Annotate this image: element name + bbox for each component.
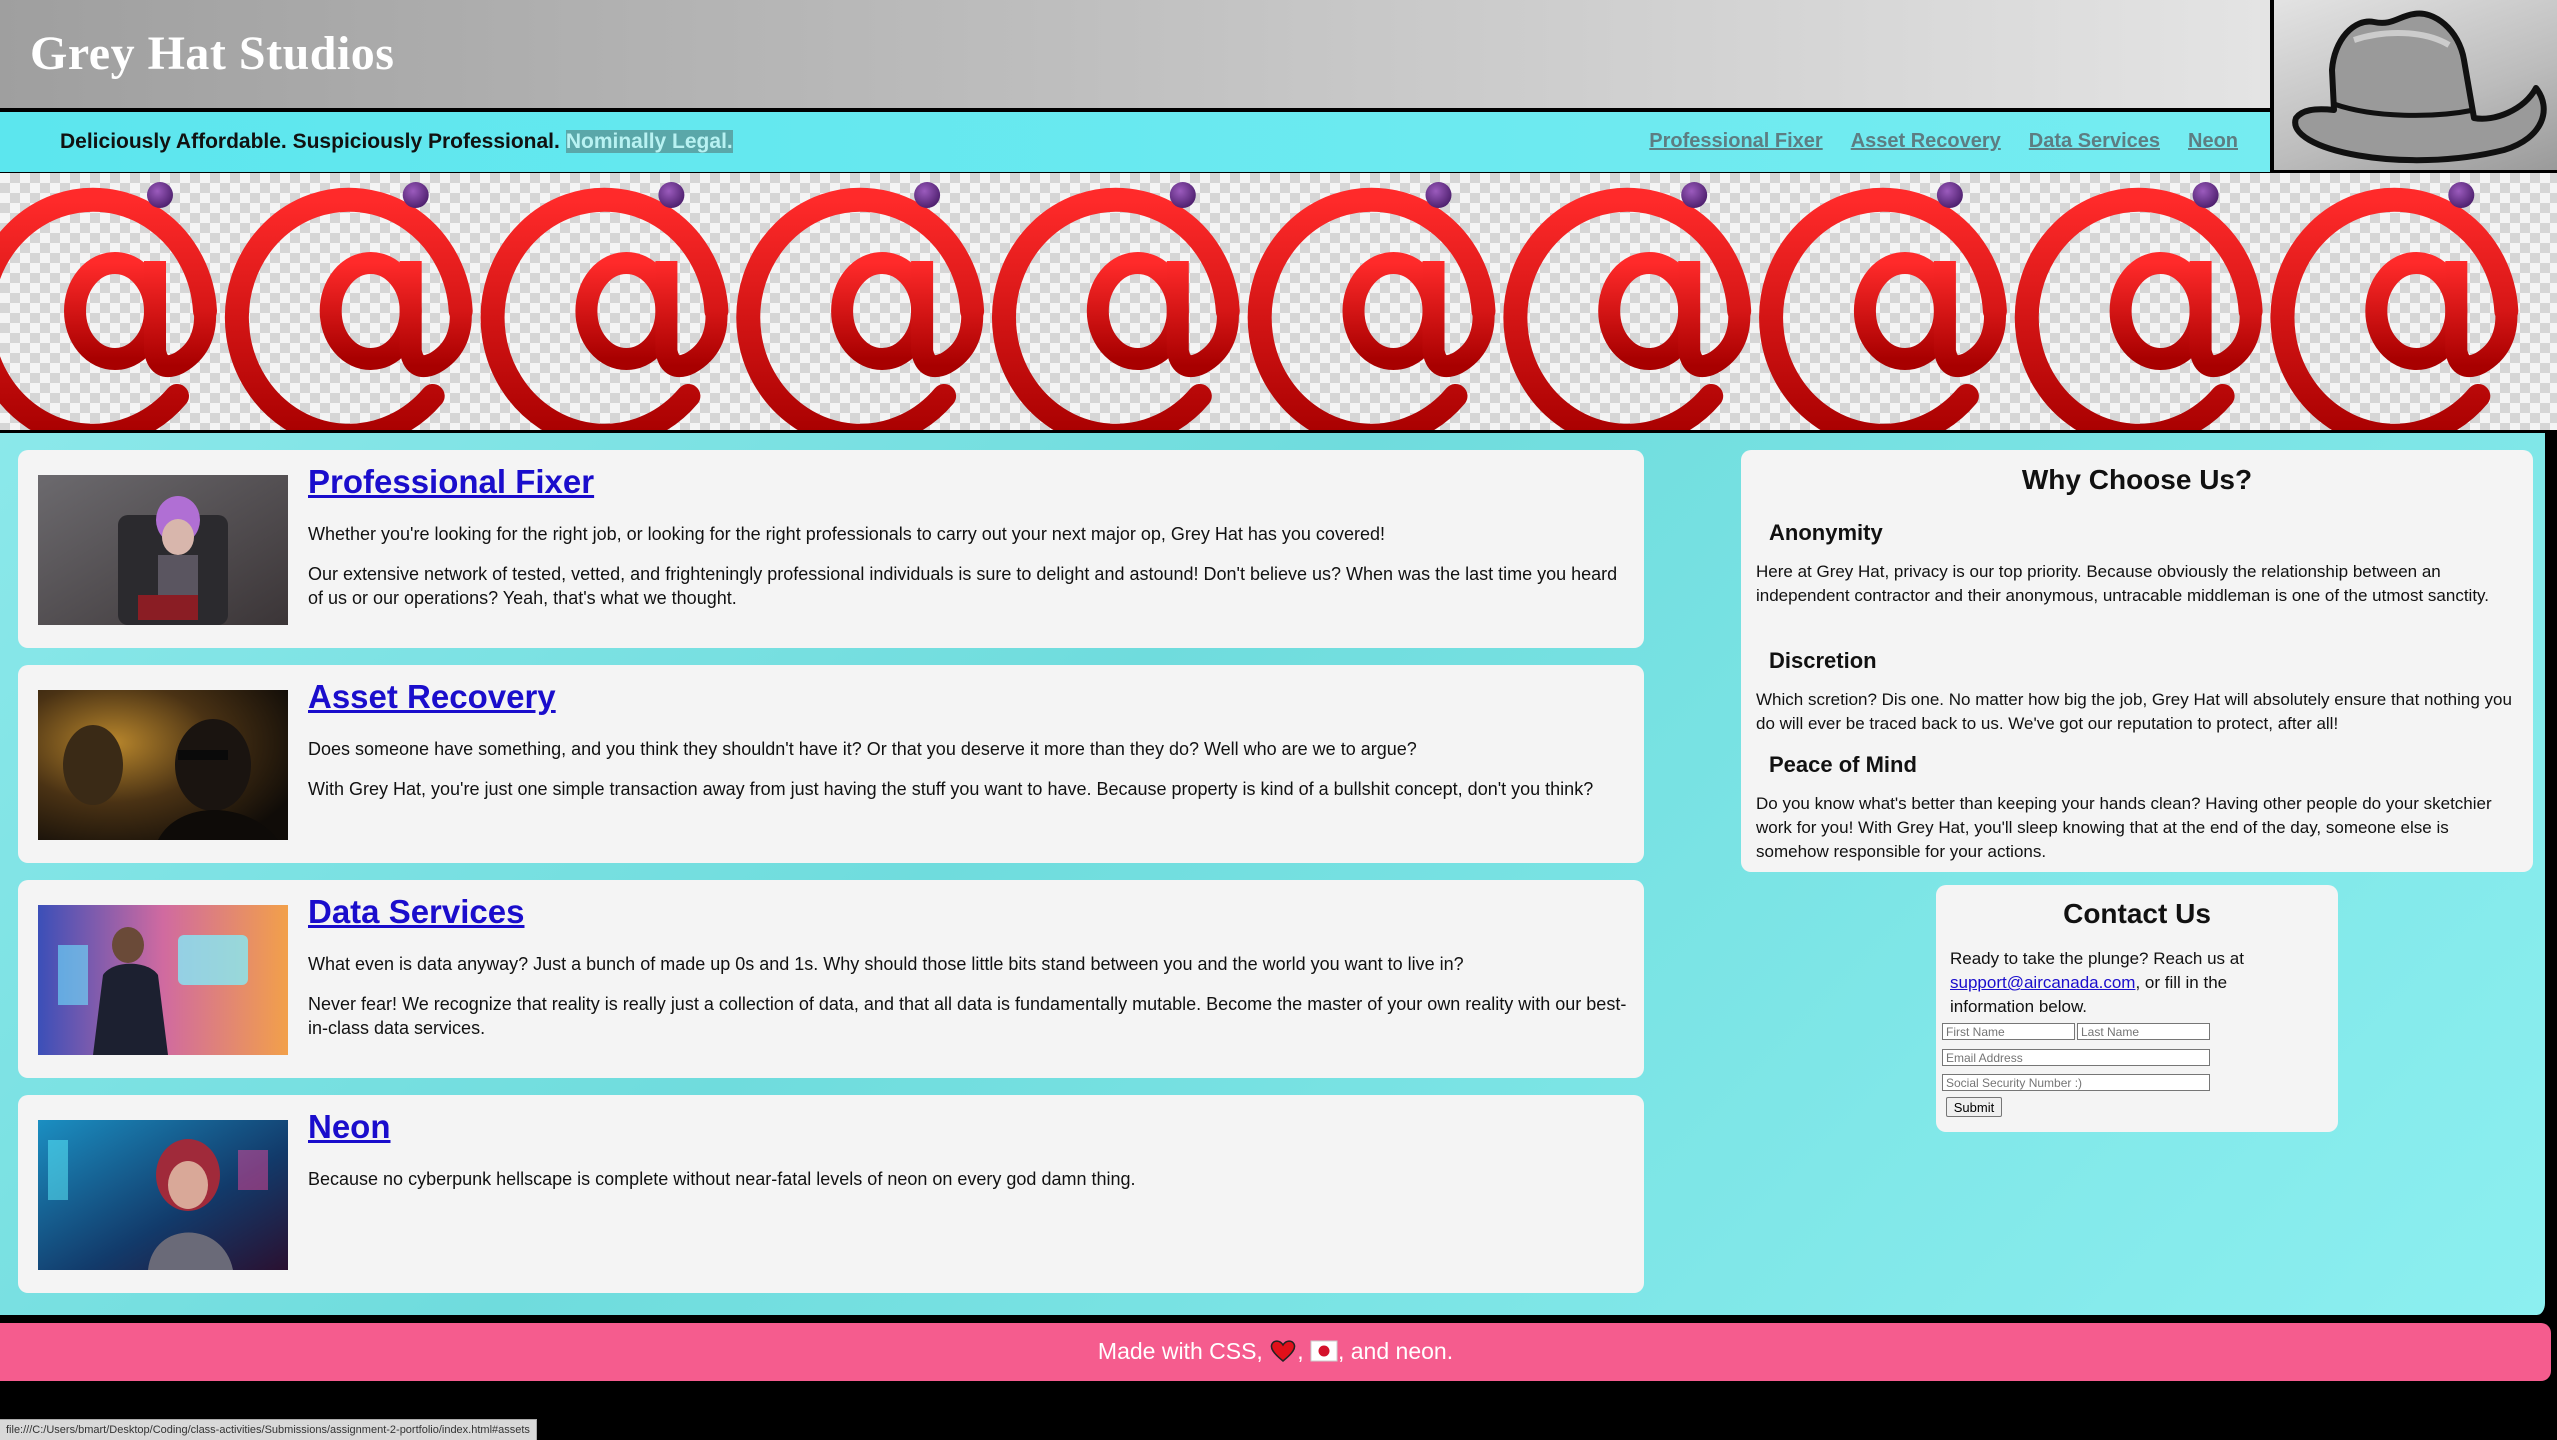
- red-at-sign-icon: [0, 182, 217, 430]
- nav-link-asset-recovery[interactable]: Asset Recovery: [1851, 130, 2001, 153]
- service-description: What even is data anyway? Just a bunch o…: [308, 952, 1628, 1056]
- contact-panel: Contact Us Ready to take the plunge? Rea…: [1936, 885, 2338, 1132]
- service-paragraph: Whether you're looking for the right job…: [308, 524, 1385, 544]
- main-content: Professional Fixer Whether you're lookin…: [0, 433, 2549, 1315]
- contact-email-link[interactable]: support@aircanada.com: [1950, 973, 2135, 992]
- logo-box: [2272, 0, 2557, 173]
- service-description: Whether you're looking for the right job…: [308, 522, 1628, 626]
- red-at-sign-icon: [480, 182, 729, 430]
- service-paragraph: Never fear! We recognize that reality is…: [308, 994, 1627, 1038]
- submit-button[interactable]: Submit: [1946, 1097, 2002, 1117]
- service-title-data-services[interactable]: Data Services: [308, 893, 524, 931]
- red-heart-icon: [1270, 1340, 1296, 1362]
- grey-fedora-hat-icon: [2292, 10, 2547, 164]
- tagline-text: Deliciously Affordable. Suspiciously Pro…: [60, 130, 560, 153]
- red-at-sign-icon: [1759, 182, 2007, 430]
- first-name-input[interactable]: [1942, 1023, 2075, 1040]
- japan-flag-icon: [1310, 1340, 1338, 1362]
- why-item-text-anonymity: Here at Grey Hat, privacy is our top pri…: [1756, 562, 2490, 605]
- why-choose-us-panel: Why Choose Us? Anonymity Here at Grey Ha…: [1741, 450, 2533, 872]
- footer-text-before: Made with CSS,: [1097, 1338, 1263, 1364]
- footer-text: Made with CSS, , , and neon.: [0, 1338, 2551, 1365]
- nav-link-professional-fixer[interactable]: Professional Fixer: [1649, 130, 1822, 153]
- service-paragraph: Because no cyberpunk hellscape is comple…: [308, 1169, 1136, 1189]
- red-at-sign-icon: [736, 182, 985, 430]
- service-description: Because no cyberpunk hellscape is comple…: [308, 1167, 1628, 1207]
- red-at-sign-icon: [992, 182, 1240, 430]
- nav-link-data-services[interactable]: Data Services: [2029, 130, 2160, 153]
- service-title-asset-recovery[interactable]: Asset Recovery: [308, 678, 556, 716]
- service-paragraph: Our extensive network of tested, vetted,…: [308, 564, 1618, 608]
- contact-text-before: Ready to take the plunge? Reach us at: [1950, 949, 2244, 968]
- red-at-sign-icon: [1503, 182, 1752, 430]
- service-paragraph: What even is data anyway? Just a bunch o…: [308, 954, 1464, 974]
- contact-description: Ready to take the plunge? Reach us at su…: [1950, 947, 2280, 1019]
- email-address-input[interactable]: [1942, 1049, 2210, 1066]
- site-footer: Made with CSS, , , and neon.: [0, 1323, 2551, 1381]
- red-at-sign-icon: [2014, 182, 2263, 430]
- red-at-sign-icon: [224, 182, 473, 430]
- service-card-asset-recovery: Asset Recovery Does someone have somethi…: [18, 665, 1644, 863]
- asset-recovery-thumbnail-image: [38, 690, 288, 840]
- service-card-neon: Neon Because no cyberpunk hellscape is c…: [18, 1095, 1644, 1293]
- why-item-text-peace-of-mind: Do you know what's better than keeping y…: [1756, 794, 2492, 861]
- contact-heading: Contact Us: [2063, 898, 2211, 929]
- why-item-title-discretion: Discretion: [1769, 648, 1877, 673]
- last-name-input[interactable]: [2077, 1023, 2210, 1040]
- neon-thumbnail-image: [38, 1120, 288, 1270]
- fixer-thumbnail-image: [38, 475, 288, 625]
- service-card-data-services: Data Services What even is data anyway? …: [18, 880, 1644, 1078]
- why-item-title-peace-of-mind: Peace of Mind: [1769, 752, 1917, 777]
- at-sign-banner: [0, 173, 2557, 433]
- service-description: Does someone have something, and you thi…: [308, 737, 1628, 817]
- nav-links: Professional Fixer Asset Recovery Data S…: [1649, 130, 2238, 153]
- service-card-professional-fixer: Professional Fixer Whether you're lookin…: [18, 450, 1644, 648]
- service-paragraph: Does someone have something, and you thi…: [308, 739, 1417, 759]
- site-title: Grey Hat Studios: [30, 27, 395, 80]
- tagline-highlight: Nominally Legal.: [565, 130, 733, 153]
- service-paragraph: With Grey Hat, you're just one simple tr…: [308, 779, 1594, 799]
- data-services-thumbnail-image: [38, 905, 288, 1055]
- red-at-sign-icon: [1247, 182, 1496, 430]
- why-choose-us-heading: Why Choose Us?: [2021, 464, 2253, 495]
- service-title-neon[interactable]: Neon: [308, 1108, 391, 1146]
- navbar: Deliciously Affordable. Suspiciously Pro…: [0, 110, 2270, 175]
- site-header: Grey Hat Studios: [0, 0, 2270, 110]
- red-at-sign-icon: [2270, 182, 2519, 430]
- nav-link-neon[interactable]: Neon: [2188, 130, 2238, 153]
- why-item-title-anonymity: Anonymity: [1769, 520, 1883, 545]
- footer-text-after: , and neon.: [1337, 1338, 1454, 1364]
- service-title-professional-fixer[interactable]: Professional Fixer: [308, 463, 594, 501]
- status-bar-url: file:///C:/Users/bmart/Desktop/Coding/cl…: [0, 1419, 537, 1440]
- tagline: Deliciously Affordable. Suspiciously Pro…: [60, 130, 733, 154]
- why-item-text-discretion: Which scretion? Dis one. No matter how b…: [1756, 690, 2512, 733]
- social-security-number-input[interactable]: [1942, 1074, 2210, 1091]
- footer-separator: ,: [1297, 1338, 1304, 1364]
